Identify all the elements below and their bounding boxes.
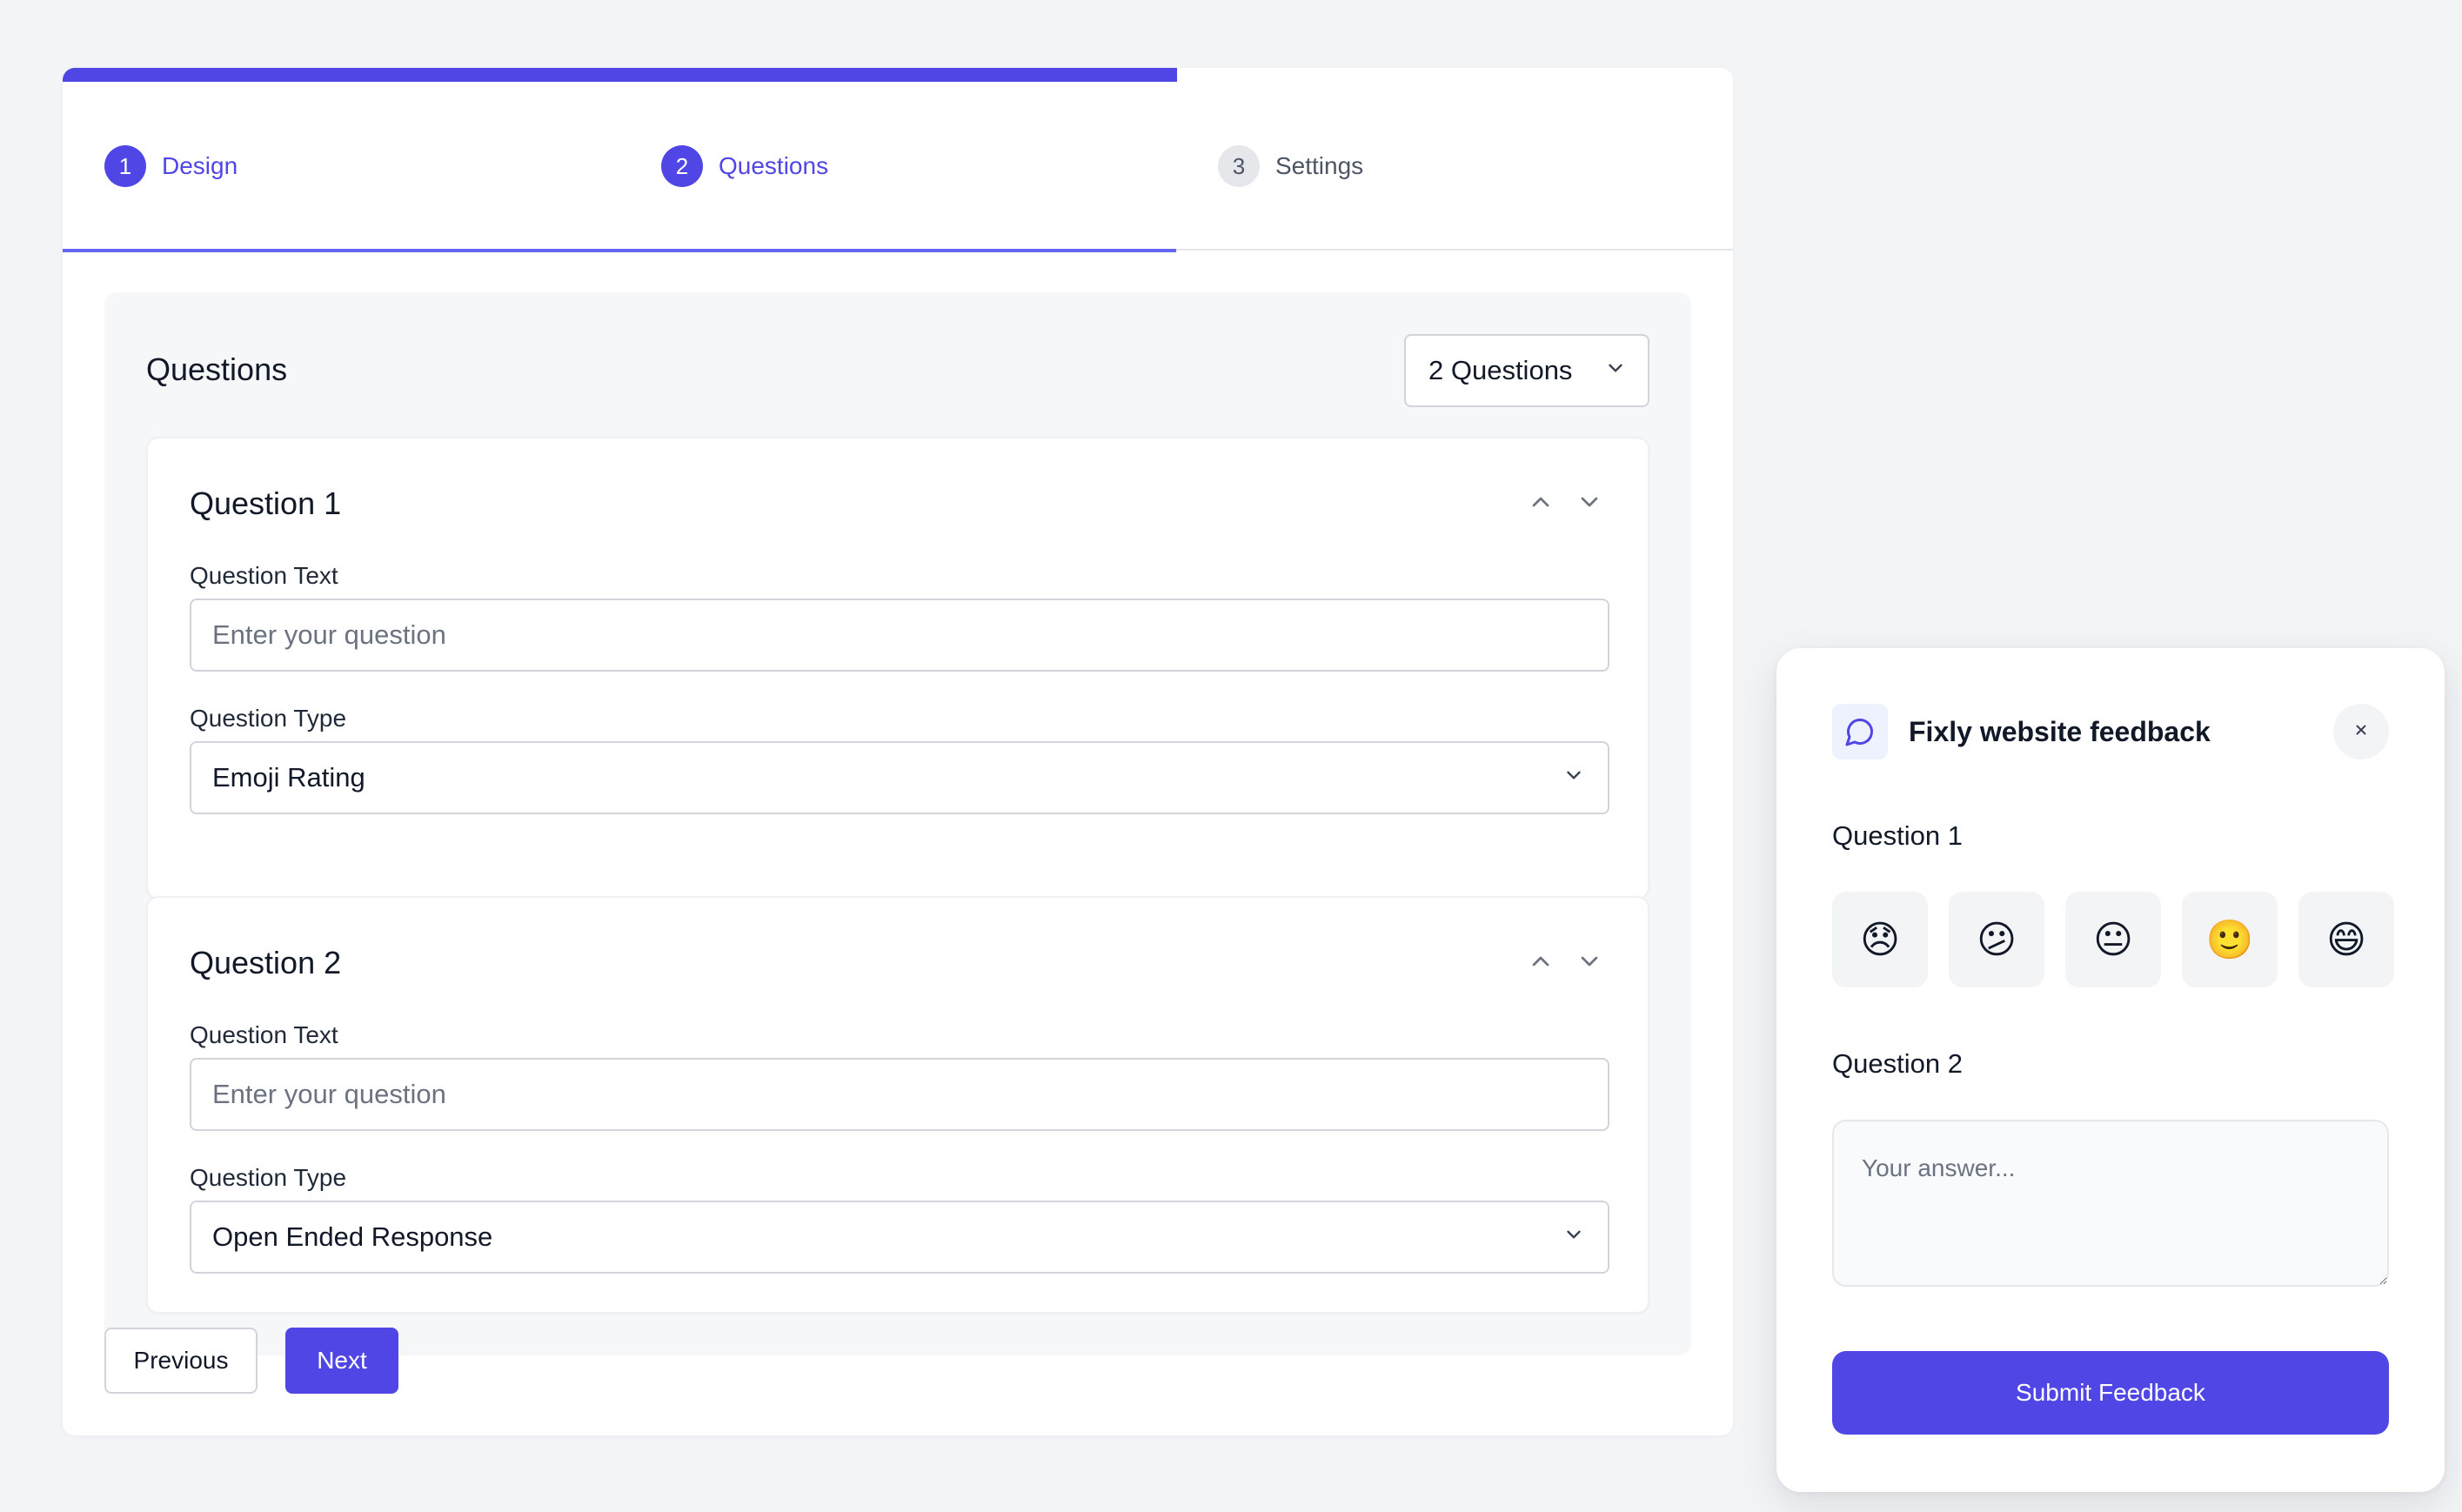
question-type-label: Question Type (190, 705, 347, 732)
question-count-value: 2 Questions (1428, 355, 1573, 385)
chat-bubble-icon (1832, 704, 1888, 759)
chevron-down-icon[interactable] (1575, 487, 1604, 517)
chevron-down-icon (1562, 1221, 1585, 1253)
chevron-down-icon (1562, 762, 1585, 793)
next-button[interactable]: Next (285, 1328, 398, 1394)
chevron-down-icon (1604, 355, 1627, 386)
close-icon (2353, 722, 2369, 742)
questions-panel: Questions 2 Questions Question 1 Questio… (104, 292, 1691, 1355)
step-design[interactable]: 1 Design (63, 82, 619, 252)
question-text-input[interactable] (190, 1058, 1609, 1131)
step-questions[interactable]: 2 Questions (619, 82, 1176, 252)
answer-textarea[interactable] (1832, 1120, 2389, 1287)
reorder-controls (1526, 947, 1604, 976)
step-settings[interactable]: 3 Settings (1176, 82, 1733, 251)
question-text-label: Question Text (190, 1021, 338, 1048)
feedback-widget: Fixly website feedback Question 1 😞 😕 😐 … (1776, 648, 2445, 1492)
progress-bar (63, 68, 1733, 82)
close-button[interactable] (2333, 704, 2389, 759)
emoji-neutral[interactable]: 😐 (2065, 892, 2161, 987)
emoji-unhappy[interactable]: 😕 (1949, 892, 2044, 987)
question-card-2: Question 2 Question Text Question Type O… (146, 896, 1649, 1314)
emoji-very-unhappy[interactable]: 😞 (1832, 892, 1928, 987)
question-type-select[interactable]: Emoji Rating (190, 741, 1609, 814)
panel-title: Questions (146, 351, 288, 387)
emoji-very-happy[interactable]: 😄 (2298, 892, 2394, 987)
chevron-up-icon[interactable] (1526, 487, 1555, 517)
previous-button[interactable]: Previous (104, 1328, 258, 1394)
question-type-value: Open Ended Response (212, 1221, 493, 1252)
question-type-value: Emoji Rating (212, 762, 365, 793)
submit-feedback-button[interactable]: Submit Feedback (1832, 1351, 2389, 1435)
step-label: Design (162, 152, 238, 179)
question-count-select[interactable]: 2 Questions (1404, 334, 1649, 407)
reorder-controls (1526, 487, 1604, 517)
question-type-label: Question Type (190, 1164, 347, 1191)
step-label: Questions (719, 152, 829, 179)
step-label: Settings (1275, 152, 1364, 179)
chevron-up-icon[interactable] (1526, 947, 1555, 976)
progress-bar-fill (63, 68, 1177, 82)
widget-title: Fixly website feedback (1909, 716, 2211, 747)
emoji-rating: 😞 😕 😐 🙂 😄 (1832, 892, 2394, 987)
question-text-input[interactable] (190, 599, 1609, 672)
question-card-1: Question 1 Question Text Question Type E… (146, 437, 1649, 900)
question-card-title: Question 1 (190, 485, 342, 521)
question-card-title: Question 2 (190, 945, 342, 980)
widget-question-1: Question 1 (1832, 820, 1963, 851)
wizard-steps: 1 Design 2 Questions 3 Settings (63, 82, 1733, 252)
step-number: 1 (104, 145, 146, 187)
step-number: 3 (1218, 145, 1260, 187)
emoji-happy[interactable]: 🙂 (2182, 892, 2278, 987)
question-type-select[interactable]: Open Ended Response (190, 1201, 1609, 1274)
question-text-label: Question Text (190, 562, 338, 589)
chevron-down-icon[interactable] (1575, 947, 1604, 976)
step-number: 2 (661, 145, 703, 187)
widget-question-2: Question 2 (1832, 1048, 1963, 1079)
survey-wizard: 1 Design 2 Questions 3 Settings Question… (63, 68, 1733, 1435)
